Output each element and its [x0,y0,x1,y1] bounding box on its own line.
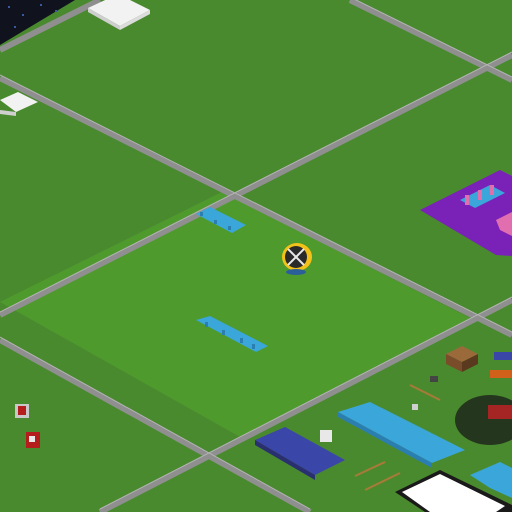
red-machine-1[interactable] [15,404,29,418]
red-machine-2[interactable] [26,432,40,448]
isometric-world[interactable] [0,0,512,512]
game-scene[interactable] [0,0,512,512]
